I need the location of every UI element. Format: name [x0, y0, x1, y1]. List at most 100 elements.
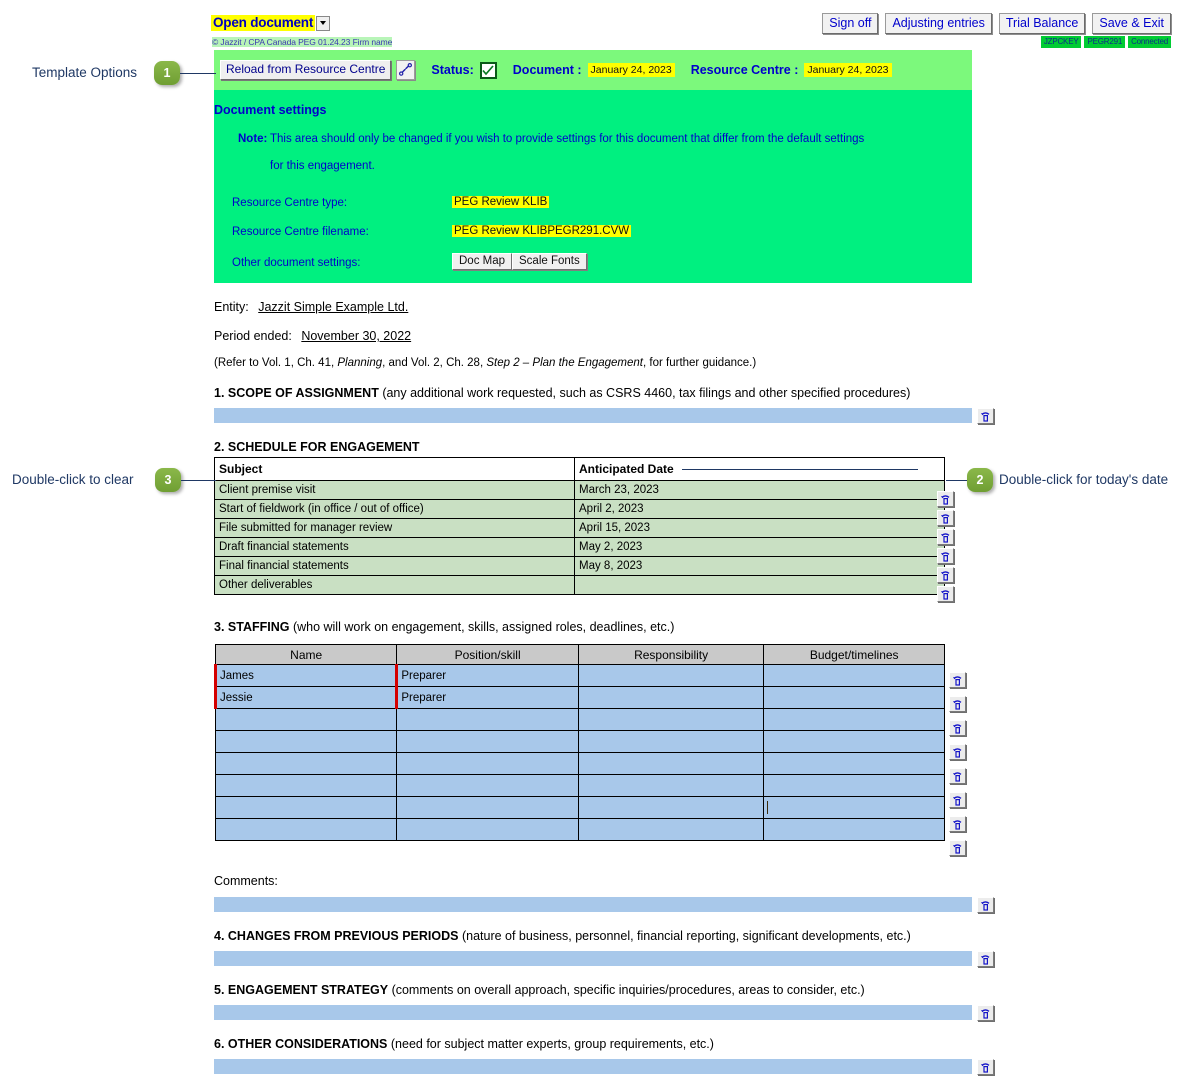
trial-balance-button[interactable]: Trial Balance [998, 13, 1086, 34]
section-6-input[interactable] [214, 1059, 972, 1074]
chain-link-icon[interactable] [396, 60, 416, 80]
schedule-date[interactable] [574, 575, 945, 595]
staffing-row-reset-icon[interactable] [949, 768, 966, 784]
table-row: James Preparer [213, 664, 945, 687]
staffing-row-reset-icon[interactable] [949, 840, 966, 856]
table-row: File submitted for manager review April … [214, 518, 945, 538]
schedule-subject: Final financial statements [214, 556, 575, 576]
staffing-row-reset-icon[interactable] [949, 720, 966, 736]
staffing-row-reset-icon[interactable] [949, 792, 966, 808]
staffing-position[interactable]: Preparer [395, 664, 579, 687]
section-6-reset-icon[interactable] [977, 1059, 994, 1075]
staffing-responsibility[interactable] [577, 708, 765, 731]
schedule-date[interactable]: April 15, 2023 [574, 518, 945, 538]
table-row: Other deliverables [214, 575, 945, 595]
schedule-subject: File submitted for manager review [214, 518, 575, 538]
staffing-budget[interactable] [763, 818, 945, 841]
staffing-row-reset-icon[interactable] [949, 696, 966, 712]
section-5-reset-icon[interactable] [977, 1005, 994, 1021]
staffing-budget[interactable] [763, 686, 945, 709]
resource-centre-type-value[interactable]: PEG Review KLIB [452, 196, 550, 208]
chevron-down-icon[interactable] [316, 15, 331, 31]
table-row: Jessie Preparer [213, 686, 945, 709]
schedule-col-subject-label: Subject [219, 462, 263, 476]
note-line-2: for this engagement. [270, 160, 375, 172]
sign-off-button[interactable]: Sign off [822, 13, 879, 34]
schedule-date[interactable]: May 8, 2023 [574, 556, 945, 576]
staffing-row-reset-icon[interactable] [949, 672, 966, 688]
guidance-part-b: , and Vol. 2, Ch. 28, [382, 357, 487, 369]
section-5-input[interactable] [214, 1005, 972, 1020]
table-row: Start of fieldwork (in office / out of o… [214, 499, 945, 519]
staffing-name[interactable] [214, 796, 398, 819]
staffing-position[interactable] [396, 752, 579, 775]
table-row: Client premise visit March 23, 2023 [214, 480, 945, 500]
staffing-row-reset-icon[interactable] [949, 744, 966, 760]
staffing-position[interactable]: Preparer [395, 686, 579, 709]
staffing-budget[interactable] [763, 708, 945, 731]
scale-fonts-button[interactable]: Scale Fonts [512, 253, 587, 270]
document-date-value[interactable]: January 24, 2023 [587, 63, 675, 77]
staffing-position[interactable] [396, 796, 579, 819]
staffing-table-header: Name Position/skill Responsibility Budge… [214, 644, 945, 665]
section-1-heading: 1. SCOPE OF ASSIGNMENT (any additional w… [214, 386, 910, 400]
section-4-reset-icon[interactable] [977, 951, 994, 967]
staffing-responsibility[interactable] [577, 752, 765, 775]
reload-from-resource-centre-button[interactable]: Reload from Resource Centre [220, 60, 392, 80]
staffing-row-reset-icon[interactable] [949, 816, 966, 832]
schedule-row-reset-icon[interactable] [937, 586, 954, 602]
comments-input[interactable] [214, 897, 972, 912]
staffing-budget[interactable] [763, 752, 945, 775]
period-value[interactable]: November 30, 2022 [301, 329, 411, 343]
staffing-budget-focused[interactable] [763, 796, 945, 819]
schedule-date[interactable]: March 23, 2023 [574, 480, 945, 500]
staffing-responsibility[interactable] [577, 818, 765, 841]
schedule-date[interactable]: April 2, 2023 [574, 499, 945, 519]
staffing-budget[interactable] [763, 730, 945, 753]
staffing-position[interactable] [396, 818, 579, 841]
staffing-responsibility[interactable] [577, 664, 765, 687]
schedule-row-reset-icon[interactable] [937, 567, 954, 583]
staffing-responsibility[interactable] [577, 774, 765, 797]
schedule-subject: Other deliverables [214, 575, 575, 595]
section-6-subtext: (need for subject matter experts, group … [387, 1037, 714, 1051]
section-1-input[interactable] [214, 408, 972, 423]
schedule-row-reset-icon[interactable] [937, 548, 954, 564]
staffing-budget[interactable] [763, 774, 945, 797]
section-1-reset-icon[interactable] [977, 408, 994, 424]
resource-centre-date-label: Resource Centre : [690, 63, 799, 77]
entity-value[interactable]: Jazzit Simple Example Ltd. [258, 300, 408, 314]
staffing-responsibility[interactable] [577, 730, 765, 753]
staffing-name[interactable]: James [213, 664, 398, 687]
table-row: Draft financial statements May 2, 2023 [214, 537, 945, 557]
open-document-dropdown[interactable]: Open document [211, 15, 331, 31]
comments-reset-icon[interactable] [977, 897, 994, 913]
staffing-name[interactable] [214, 708, 398, 731]
staffing-responsibility[interactable] [577, 796, 765, 819]
staffing-col-name: Name [214, 644, 398, 665]
staffing-responsibility[interactable] [577, 686, 765, 709]
section-4-input[interactable] [214, 951, 972, 966]
resource-centre-filename-value[interactable]: PEG Review KLIBPEGR291.CVW [452, 225, 632, 237]
schedule-row-reset-icon[interactable] [937, 510, 954, 526]
staffing-position[interactable] [396, 730, 579, 753]
staffing-name[interactable] [214, 818, 398, 841]
schedule-row-reset-icon[interactable] [937, 491, 954, 507]
staffing-name[interactable]: Jessie [213, 686, 398, 709]
staffing-position[interactable] [396, 774, 579, 797]
table-row [214, 708, 945, 731]
schedule-date[interactable]: May 2, 2023 [574, 537, 945, 557]
schedule-row-reset-icon[interactable] [937, 529, 954, 545]
staffing-name[interactable] [214, 752, 398, 775]
staffing-col-budget: Budget/timelines [763, 644, 945, 665]
status-checkbox[interactable] [479, 61, 497, 79]
status-label: Status: [431, 63, 474, 77]
resource-centre-date-value[interactable]: January 24, 2023 [804, 63, 892, 77]
staffing-name[interactable] [214, 774, 398, 797]
doc-map-button[interactable]: Doc Map [452, 253, 513, 270]
save-exit-button[interactable]: Save & Exit [1092, 13, 1171, 34]
adjusting-entries-button[interactable]: Adjusting entries [885, 13, 992, 34]
staffing-position[interactable] [396, 708, 579, 731]
staffing-name[interactable] [214, 730, 398, 753]
staffing-budget[interactable] [763, 664, 945, 687]
